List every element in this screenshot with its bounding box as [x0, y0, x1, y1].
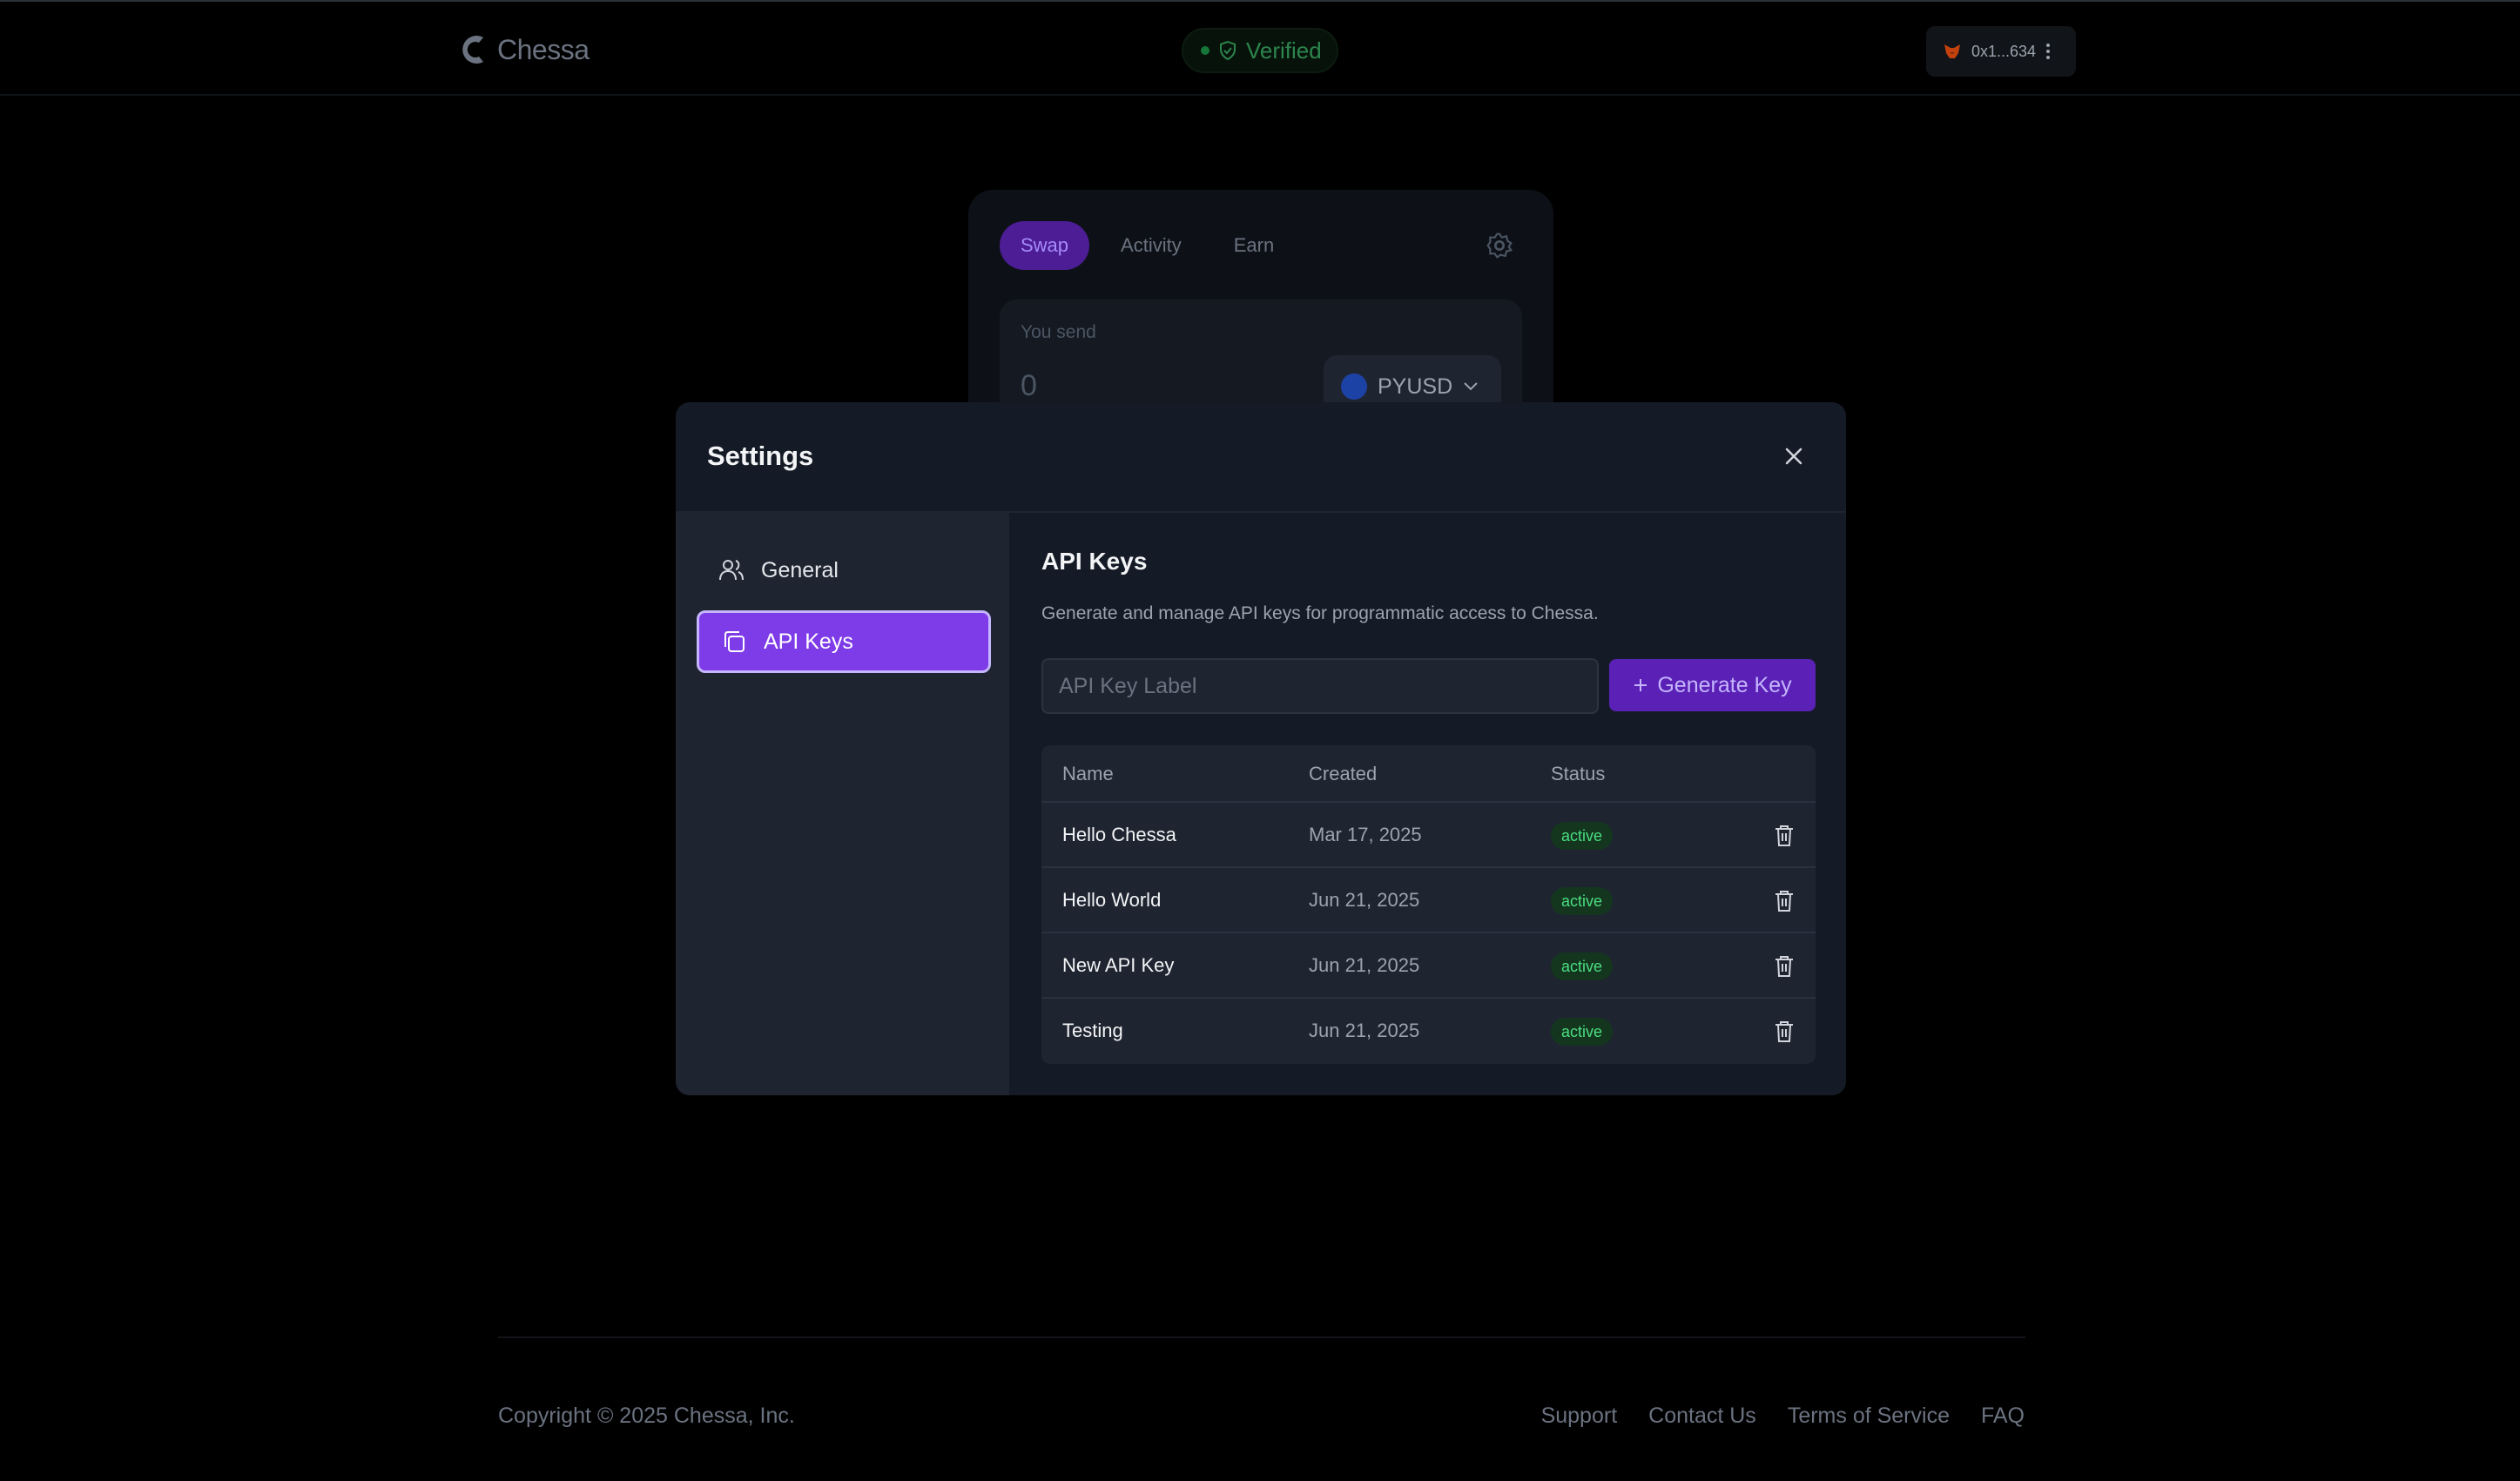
tab-activity[interactable]: Activity — [1100, 221, 1203, 270]
key-created: Jun 21, 2025 — [1309, 889, 1420, 911]
api-key-label-input[interactable] — [1041, 658, 1599, 714]
status-dot-icon — [1201, 46, 1209, 55]
wallet-address: 0x1...634 — [1971, 42, 2037, 60]
send-amount-input[interactable]: 0 — [1021, 369, 1037, 403]
swap-tabs: Swap Activity Earn — [1000, 221, 1295, 270]
copy-icon — [724, 631, 745, 652]
close-icon[interactable] — [1780, 442, 1808, 470]
shield-check-icon — [1220, 40, 1236, 61]
top-bar: Chessa Verified 0x1...634 — [0, 0, 2520, 96]
api-keys-table: Name Created Status Hello Chessa Mar 17,… — [1041, 745, 1816, 1064]
brand-logo[interactable]: Chessa — [457, 30, 590, 69]
key-name: Testing — [1062, 1020, 1123, 1041]
users-icon — [719, 560, 744, 581]
chevron-down-icon — [1464, 382, 1478, 391]
status-badge: active — [1551, 953, 1614, 980]
status-badge: active — [1551, 822, 1614, 850]
column-header-name: Name — [1062, 763, 1114, 784]
footer-divider — [498, 1336, 2025, 1338]
table-row: New API Key Jun 21, 2025 active — [1041, 933, 1816, 999]
trash-icon[interactable] — [1773, 1020, 1796, 1044]
more-vertical-icon[interactable] — [2045, 42, 2052, 61]
status-badge: active — [1551, 887, 1614, 915]
sidebar-item-label: API Keys — [764, 629, 853, 654]
trash-icon[interactable] — [1773, 889, 1796, 913]
table-header: Name Created Status — [1041, 745, 1816, 803]
table-row: Hello World Jun 21, 2025 active — [1041, 868, 1816, 933]
chessa-logo-icon — [462, 36, 483, 64]
footer-link-terms[interactable]: Terms of Service — [1788, 1404, 1950, 1429]
key-created: Jun 21, 2025 — [1309, 954, 1420, 976]
table-row: Testing Jun 21, 2025 active — [1041, 999, 1816, 1064]
trash-icon[interactable] — [1773, 954, 1796, 979]
key-created: Mar 17, 2025 — [1309, 824, 1422, 845]
key-name: Hello World — [1062, 889, 1162, 911]
settings-sidebar: General API Keys — [676, 513, 1009, 1095]
brand-name: Chessa — [497, 33, 590, 65]
verified-badge: Verified — [1182, 28, 1338, 73]
column-header-status: Status — [1551, 763, 1606, 784]
sidebar-item-label: General — [761, 557, 839, 582]
metamask-fox-icon — [1944, 44, 1960, 58]
status-badge: active — [1551, 1018, 1614, 1046]
key-name: New API Key — [1062, 954, 1175, 976]
plus-icon — [1634, 679, 1647, 691]
table-row: Hello Chessa Mar 17, 2025 active — [1041, 803, 1816, 868]
modal-title: Settings — [707, 441, 814, 471]
wallet-button[interactable]: 0x1...634 — [1926, 26, 2076, 77]
tab-swap[interactable]: Swap — [1000, 221, 1090, 270]
section-description: Generate and manage API keys for program… — [1041, 603, 1599, 623]
footer-link-faq[interactable]: FAQ — [1981, 1404, 2025, 1429]
sidebar-item-api-keys[interactable]: API Keys — [697, 610, 991, 673]
footer-link-support[interactable]: Support — [1541, 1404, 1618, 1429]
api-keys-panel: API Keys Generate and manage API keys fo… — [1009, 513, 1846, 1095]
generate-key-button[interactable]: Generate Key — [1609, 659, 1816, 711]
tab-earn[interactable]: Earn — [1213, 221, 1295, 270]
section-title: API Keys — [1041, 548, 1148, 575]
footer-links: Support Contact Us Terms of Service FAQ — [1541, 1404, 2025, 1429]
footer-link-contact[interactable]: Contact Us — [1648, 1404, 1756, 1429]
generate-key-label: Generate Key — [1657, 672, 1792, 697]
send-label: You send — [1021, 322, 1096, 342]
verified-label: Verified — [1246, 37, 1322, 64]
key-name: Hello Chessa — [1062, 824, 1176, 845]
modal-header: Settings — [676, 402, 1846, 513]
settings-modal: Settings General API Keys API Keys Gener… — [676, 402, 1846, 1095]
pyusd-token-icon — [1341, 374, 1367, 400]
key-created: Jun 21, 2025 — [1309, 1020, 1420, 1041]
token-symbol: PYUSD — [1378, 374, 1453, 399]
trash-icon[interactable] — [1773, 824, 1796, 848]
sidebar-item-general[interactable]: General — [697, 539, 991, 602]
column-header-created: Created — [1309, 763, 1378, 784]
gear-icon[interactable] — [1486, 232, 1513, 259]
copyright-text: Copyright © 2025 Chessa, Inc. — [498, 1404, 795, 1428]
